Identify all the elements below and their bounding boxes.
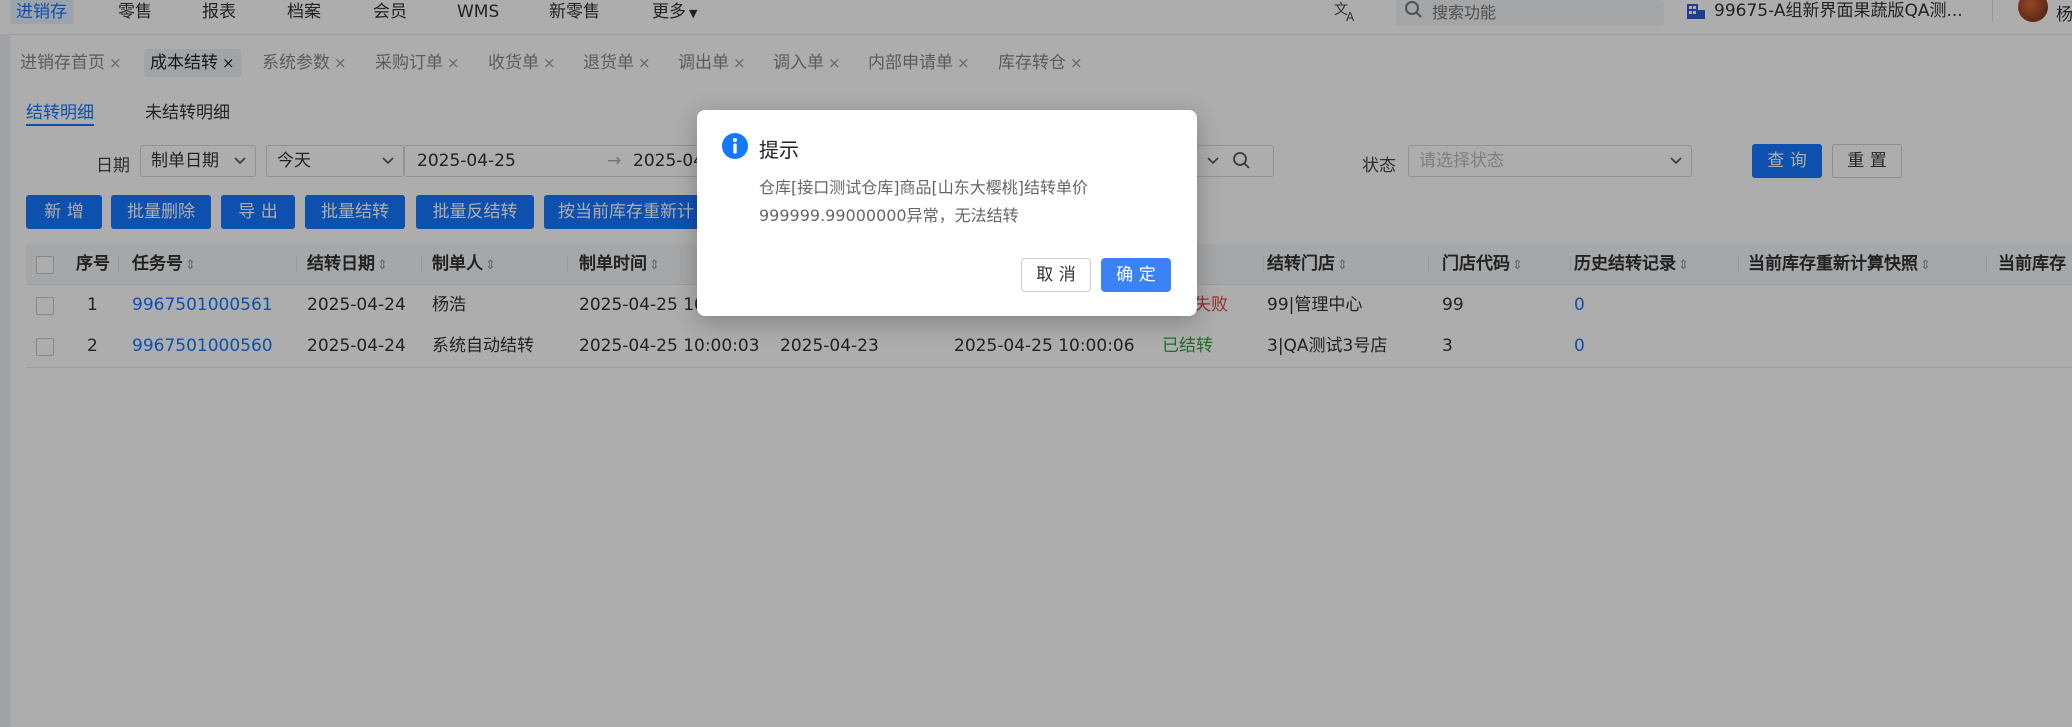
confirm-dialog: 提示 仓库[接口测试仓库]商品[山东大樱桃]结转单价999999.9900000… — [697, 110, 1197, 316]
dialog-title: 提示 — [759, 138, 799, 162]
info-icon — [722, 133, 748, 159]
dialog-message: 仓库[接口测试仓库]商品[山东大樱桃]结转单价999999.99000000异常… — [759, 178, 1088, 225]
cancel-button[interactable]: 取 消 — [1021, 258, 1091, 292]
confirm-button[interactable]: 确 定 — [1101, 258, 1171, 292]
